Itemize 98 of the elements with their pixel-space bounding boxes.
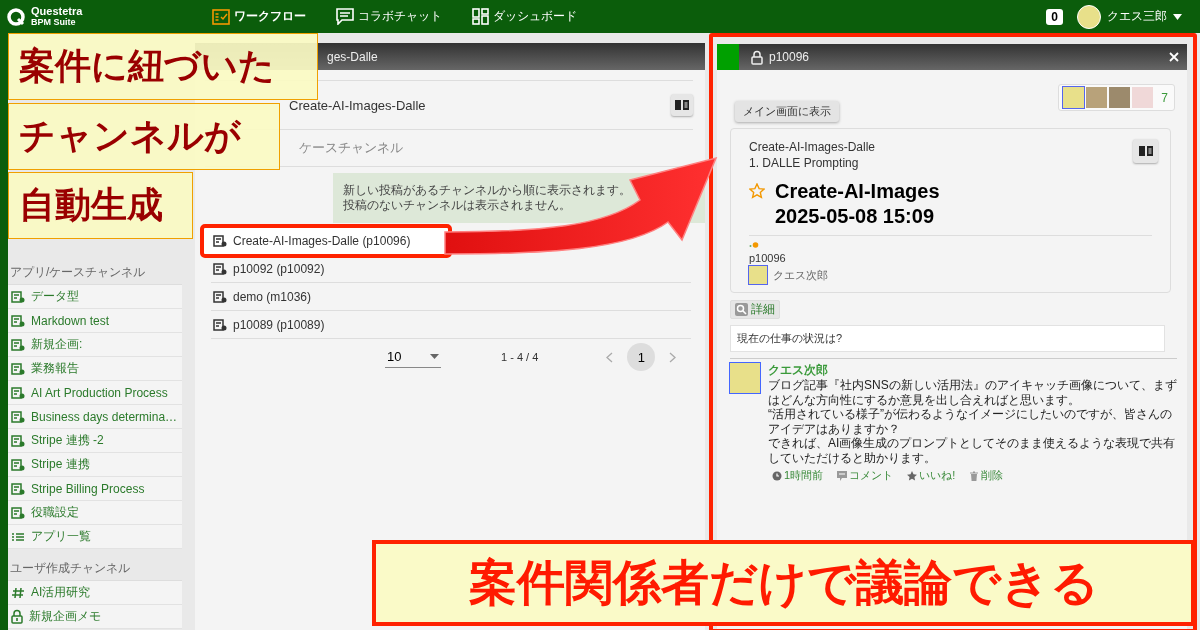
comment-icon <box>837 470 848 481</box>
caret-icon <box>1173 13 1182 20</box>
callout-label: 案件に紐づいた <box>8 33 318 100</box>
lock-icon <box>11 609 23 624</box>
form-icon <box>11 457 25 472</box>
avatar-placeholder <box>1063 87 1085 108</box>
avatar-icon <box>1077 4 1101 29</box>
avatar-placeholder <box>1086 87 1108 108</box>
details-button[interactable]: 詳細 <box>730 300 780 319</box>
search-icon <box>735 303 748 316</box>
logo-text: Questetra <box>31 5 83 17</box>
book-icon <box>675 99 689 111</box>
post-text: できれば、AI画像生成のプロンプトとしてそのまま使えるような表現で共有していただけると助かります。 <box>768 436 1177 465</box>
page-button[interactable]: 1 <box>627 343 656 371</box>
form-icon <box>213 261 227 276</box>
sidebar-item[interactable]: Stripe 連携 -2 <box>8 429 182 453</box>
callout-label: 自動生成 <box>8 172 193 239</box>
post-action[interactable]: いいね! <box>907 468 956 483</box>
status-icon <box>749 242 759 248</box>
post-action[interactable]: コメント <box>837 468 894 483</box>
hash-icon <box>11 585 25 600</box>
star-icon[interactable] <box>749 183 765 199</box>
form-icon <box>11 505 25 520</box>
nav-tab[interactable]: コラボチャット <box>332 6 446 27</box>
question-prompt: 現在の仕事の状況は? <box>730 325 1165 352</box>
user-menu[interactable]: クエス三郎 <box>1071 3 1188 30</box>
logo-icon <box>6 6 26 27</box>
notification-count[interactable]: 0 <box>1046 8 1063 25</box>
dashboard-icon <box>472 8 489 25</box>
sidebar-item[interactable]: AI Art Production Process <box>8 381 182 405</box>
sidebar-item[interactable]: 新規企画: <box>8 333 182 357</box>
manual-button[interactable] <box>1133 139 1158 163</box>
channel-item[interactable]: demo (m1036) <box>211 283 691 311</box>
author-name: クエス次郎 <box>768 363 829 378</box>
logo-subtext: BPM Suite <box>31 16 76 28</box>
form-icon <box>213 234 227 248</box>
app-name: Create-AI-Images-Dalle <box>749 139 876 155</box>
section-title: ケースチャンネル <box>299 139 403 157</box>
star-icon <box>907 470 918 481</box>
channel-item[interactable]: p10092 (p10092) <box>211 255 691 283</box>
panel-title: ges-Dalle <box>327 49 378 64</box>
member-count: 7 <box>1161 90 1168 105</box>
lock-icon <box>751 49 763 65</box>
case-id: p10096 <box>749 252 787 264</box>
clock-icon <box>772 470 782 481</box>
sidebar-item[interactable]: AI活用研究 <box>8 581 182 605</box>
avatar-placeholder <box>730 363 760 393</box>
callout-label: チャンネルが <box>8 103 280 170</box>
show-main-button[interactable]: メイン画面に表示 <box>735 101 839 122</box>
sidebar-item[interactable]: Business days determina… <box>8 405 182 429</box>
sidebar-item[interactable]: Markdown test <box>8 309 182 333</box>
form-icon <box>11 337 25 352</box>
sidebar-item[interactable]: アプリ一覧 <box>8 525 182 549</box>
form-icon <box>213 317 227 332</box>
info-text: 投稿のないチャンネルは表示されません。 <box>343 198 571 213</box>
form-icon <box>11 481 25 496</box>
post-text: “活用されている様子”が伝わるようなイメージにしたいのですが、皆さんのアイデアはありますか？ <box>768 407 1173 436</box>
post-action[interactable]: 1時間前 <box>772 468 824 483</box>
callout-banner: 案件関係者だけで議論できる <box>372 540 1195 626</box>
status-marker <box>717 44 739 70</box>
sidebar-item[interactable]: Stripe Billing Process <box>8 477 182 501</box>
sidebar-item[interactable]: 業務報告 <box>8 357 182 381</box>
avatar-placeholder <box>1132 87 1154 108</box>
nav-tab[interactable]: ワークフロー <box>208 6 310 27</box>
form-icon <box>11 313 25 328</box>
manual-button[interactable] <box>671 94 693 116</box>
app-name: Create-AI-Images-Dalle <box>289 97 426 113</box>
per-page-select[interactable]: 10 <box>385 346 441 368</box>
post-action[interactable]: 削除 <box>969 468 1004 483</box>
chat-icon <box>336 8 354 25</box>
caret-icon <box>430 354 439 359</box>
sidebar-item[interactable]: 役職設定 <box>8 501 182 525</box>
info-text: 新しい投稿があるチャンネルから順に表示されます。 <box>343 183 631 198</box>
form-icon <box>11 385 25 400</box>
trash-icon <box>969 470 980 481</box>
form-icon <box>11 433 25 448</box>
sidebar-item[interactable]: 新規企画メモ <box>8 605 182 629</box>
panel-title: p10096 <box>769 50 810 64</box>
form-icon <box>11 361 25 376</box>
member-list[interactable]: 7 <box>1058 84 1175 111</box>
nav-tab[interactable]: ダッシュボード <box>468 6 581 27</box>
owner-name: クエス次郎 <box>773 267 828 283</box>
form-icon <box>11 289 25 304</box>
form-icon <box>213 289 227 304</box>
channel-item[interactable]: p10089 (p10089) <box>211 311 691 339</box>
sidebar-item[interactable]: Stripe 連携 <box>8 453 182 477</box>
book-icon <box>1138 145 1153 157</box>
channel-item[interactable]: Create-AI-Images-Dalle (p10096) <box>203 227 449 255</box>
case-title: Create-AI-Images 2025-05-08 15:09 <box>775 179 941 229</box>
post-text: ブログ記事『社内SNSの新しい活用法』のアイキャッチ画像について、まずはどんな方向性にするか意見を出し合えればと思います。 <box>768 378 1177 407</box>
checklist-icon <box>212 8 230 25</box>
page-range: 1 - 4 / 4 <box>501 351 539 363</box>
form-icon <box>11 409 25 424</box>
close-icon[interactable] <box>1169 52 1179 62</box>
sidebar-item[interactable]: データ型 <box>8 285 182 309</box>
avatar-placeholder <box>749 266 767 284</box>
step-name: 1. DALLE Prompting <box>749 155 859 171</box>
avatar-placeholder <box>1109 87 1131 108</box>
